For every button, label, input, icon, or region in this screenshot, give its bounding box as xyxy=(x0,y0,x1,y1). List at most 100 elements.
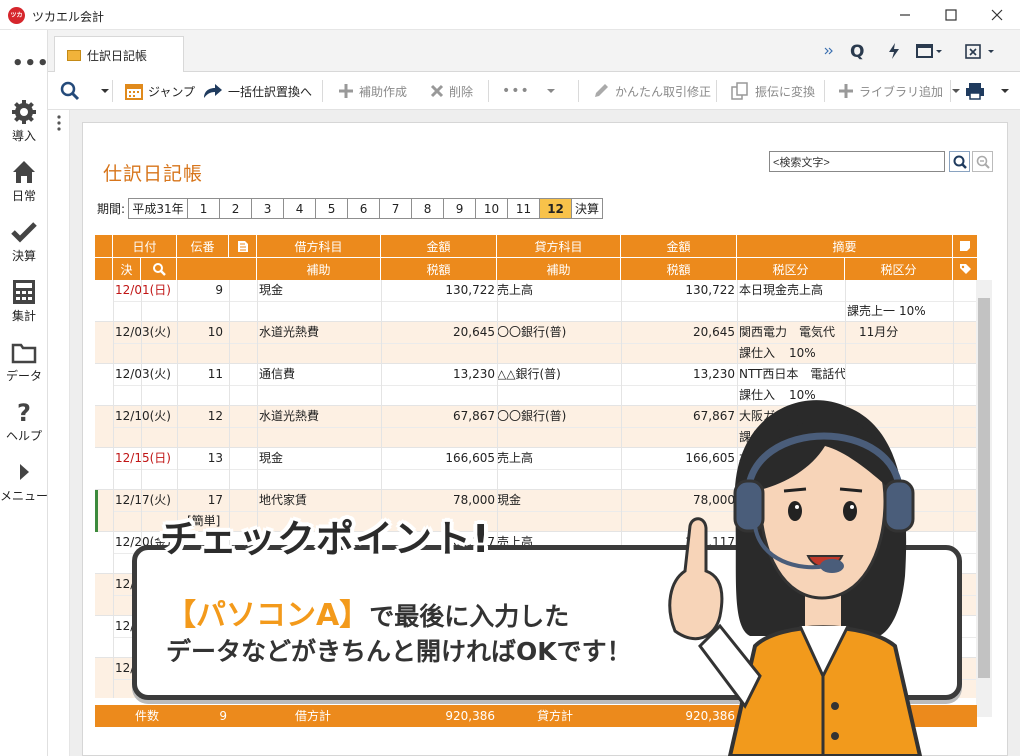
table-row[interactable]: 12/20(金) 200,117 売上高 200,117 本日現 xyxy=(95,532,977,574)
header-note xyxy=(953,235,977,257)
header-empty xyxy=(177,258,257,280)
quick-search-button[interactable]: Q xyxy=(848,30,866,72)
aux-create-button[interactable]: 補助作成 xyxy=(338,72,407,110)
column-divider xyxy=(497,574,498,616)
period-month-6[interactable]: 6 xyxy=(347,198,381,219)
table-row[interactable]: 12/03(火) 10 水道光熱費 20,645 〇〇銀行(普) 20,645 関西電力 電… xyxy=(95,322,977,364)
nav-setup[interactable]: 導入 xyxy=(0,98,48,144)
header-search[interactable] xyxy=(141,258,177,280)
nav-help[interactable]: ? ヘルプ xyxy=(0,398,48,444)
easy-fix-button[interactable]: かんたん取引修正 xyxy=(592,72,711,110)
row-date: 12/03(火) xyxy=(115,325,171,339)
table-row[interactable]: 12/01(日) 9 現金 130,722 売上高 130,722 本日現金売上高 課売上一 1… xyxy=(95,280,977,322)
column-divider xyxy=(177,574,178,616)
search-clear-button[interactable] xyxy=(972,151,993,172)
row-credit-amount xyxy=(621,574,735,595)
period-month-8[interactable]: 8 xyxy=(411,198,445,219)
check-icon xyxy=(11,222,37,243)
column-divider xyxy=(257,616,258,658)
maximize-button[interactable] xyxy=(928,0,974,30)
vertical-dots-icon[interactable] xyxy=(54,114,64,132)
nav-menu[interactable]: メニュー xyxy=(0,458,48,504)
header-closing: 決 xyxy=(113,258,141,280)
vertical-scrollbar[interactable] xyxy=(976,280,992,717)
search-icon xyxy=(60,81,80,101)
table-row[interactable]: 12/10(火) 12 水道光熱費 67,867 〇〇銀行(普) 67,867 大阪ガス ガ… xyxy=(95,406,977,448)
search-button[interactable] xyxy=(949,151,970,172)
table-row[interactable]: 12/17(火) 17 地代家賃 78,000 現金 78,000 家賃 [簡単] 課 xyxy=(95,490,977,532)
row-credit-account: 売上高 xyxy=(497,283,534,297)
column-divider xyxy=(845,532,846,574)
column-divider xyxy=(113,532,114,574)
more-tools-button[interactable]: ••• xyxy=(502,72,558,110)
row-credit-account: 売上高 xyxy=(497,451,534,465)
period-month-2[interactable]: 2 xyxy=(219,198,253,219)
period-closing[interactable]: 決算 xyxy=(571,198,604,219)
overflow-chevron-icon[interactable] xyxy=(824,30,834,72)
column-divider xyxy=(737,490,738,532)
row-divider xyxy=(113,595,977,596)
period-year[interactable]: 平成31年 xyxy=(128,198,189,219)
column-divider xyxy=(229,658,230,698)
column-divider xyxy=(141,364,142,406)
period-month-3[interactable]: 3 xyxy=(251,198,285,219)
period-month-9[interactable]: 9 xyxy=(443,198,477,219)
period-month-12[interactable]: 12 xyxy=(539,198,573,219)
scrollbar-thumb[interactable] xyxy=(978,298,990,678)
column-divider xyxy=(141,280,142,322)
row-tax-rate xyxy=(789,637,837,658)
close-button[interactable] xyxy=(974,0,1020,30)
column-divider xyxy=(845,574,846,616)
period-month-5[interactable]: 5 xyxy=(315,198,349,219)
bulk-replace-button[interactable]: 一括仕訳置換へ xyxy=(202,72,312,110)
nav-summary[interactable]: 集計 xyxy=(0,278,48,324)
jump-button[interactable]: ジャンプ xyxy=(124,72,195,110)
period-month-7[interactable]: 7 xyxy=(379,198,413,219)
app-logo: ツカエル xyxy=(8,7,25,36)
table-row[interactable]: 12/ xyxy=(95,574,977,616)
column-divider xyxy=(497,364,498,406)
period-month-1[interactable]: 1 xyxy=(187,198,221,219)
row-note xyxy=(187,469,247,490)
search-tool-button[interactable] xyxy=(60,72,112,110)
minimize-button[interactable] xyxy=(882,0,928,30)
library-add-button[interactable]: ライブラリ追加 xyxy=(838,72,963,110)
table-row[interactable]: 12/ xyxy=(95,616,977,658)
row-note xyxy=(187,637,247,658)
tab-journal[interactable]: 仕訳日記帳 xyxy=(54,36,184,73)
print-button[interactable] xyxy=(964,72,1012,110)
close-tab-button[interactable] xyxy=(964,30,998,72)
q-icon: Q xyxy=(850,42,864,60)
table-row[interactable]: 12/03(火) 11 通信費 13,230 △△銀行(普) 13,230 NTT西日本 電… xyxy=(95,364,977,406)
journal-panel: 仕訳日記帳 期間: 平成31年 123456789101112 決算 日付 伝番… xyxy=(82,122,1008,756)
period-month-11[interactable]: 11 xyxy=(507,198,541,219)
more-icon[interactable]: ••• xyxy=(12,53,50,74)
column-divider xyxy=(497,322,498,364)
row-debit-amount xyxy=(381,574,495,595)
column-divider xyxy=(497,616,498,658)
content-area: 仕訳日記帳 期間: 平成31年 123456789101112 決算 日付 伝番… xyxy=(70,110,1020,756)
delete-button[interactable]: 削除 xyxy=(430,72,473,110)
row-divider xyxy=(113,469,977,470)
period-month-4[interactable]: 4 xyxy=(283,198,317,219)
period-month-10[interactable]: 10 xyxy=(475,198,509,219)
lightning-button[interactable] xyxy=(886,30,902,72)
separator xyxy=(322,80,323,102)
window-layout-button[interactable] xyxy=(916,30,944,72)
row-credit-amount: 166,605 xyxy=(685,451,735,465)
zoom-out-icon xyxy=(976,155,990,169)
delete-label: 削除 xyxy=(449,84,474,99)
row-voucher-no xyxy=(177,574,223,595)
table-row[interactable]: 12/15(日) 13 現金 166,605 売上高 166,605 本日現 xyxy=(95,448,977,490)
row-debit-account: 地代家賃 xyxy=(259,493,308,507)
nav-daily[interactable]: 日常 xyxy=(0,158,48,204)
row-credit-account: 〇〇銀行(普) xyxy=(497,409,567,423)
row-voucher-no: 12 xyxy=(207,409,223,423)
grid-header-row-1: 日付 伝番 借方科目 金額 貸方科目 金額 摘要 xyxy=(95,235,977,257)
row-note xyxy=(187,301,247,322)
convert-button[interactable]: 振伝に変換 xyxy=(730,72,815,110)
search-input[interactable] xyxy=(769,151,945,172)
nav-closing[interactable]: 決算 xyxy=(0,218,48,264)
table-row[interactable]: 12/ xyxy=(95,658,977,698)
nav-data[interactable]: データ xyxy=(0,338,48,384)
